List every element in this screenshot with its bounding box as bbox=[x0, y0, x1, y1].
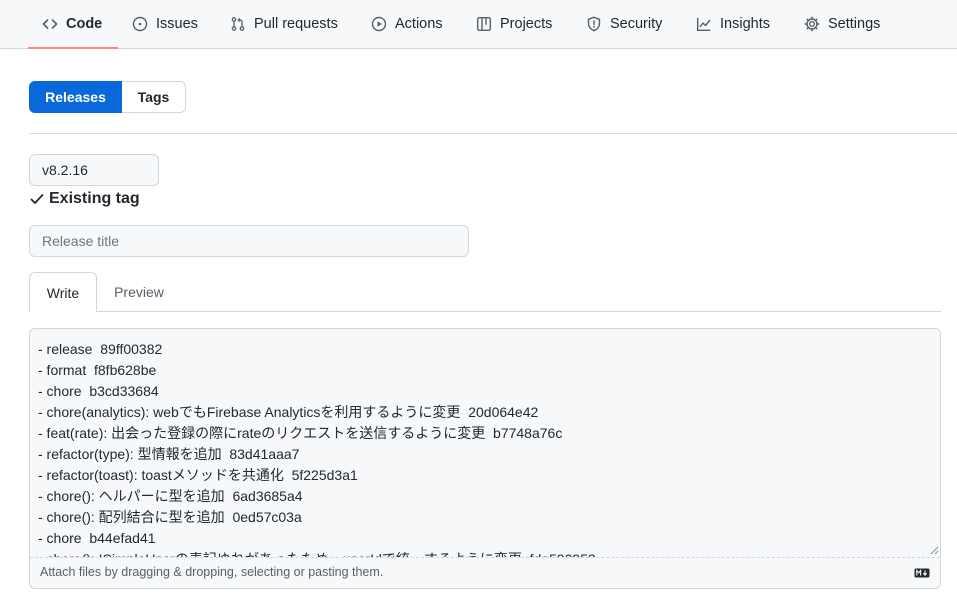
note-line: - chore(): ヘルパーに型を追加 6ad3685a4 bbox=[38, 488, 303, 504]
note-line: - feat(rate): 出会った登録の際にrateのリクエストを送信するよう… bbox=[38, 425, 563, 441]
releases-button[interactable]: Releases bbox=[29, 81, 122, 113]
tab-security-label: Security bbox=[610, 16, 663, 32]
note-line: - chore(analytics): webでもFirebase Analyt… bbox=[38, 404, 539, 420]
editor-tabs: Write Preview bbox=[29, 272, 941, 313]
tag-select-button[interactable]: v8.2.16 bbox=[29, 154, 159, 186]
tab-insights[interactable]: Insights bbox=[696, 0, 770, 48]
release-title-input[interactable] bbox=[29, 225, 469, 257]
note-line: - chore(): ISimpleUserの表記ゆれがあったため、userId… bbox=[38, 549, 932, 557]
resize-handle-icon[interactable] bbox=[929, 545, 939, 555]
graph-icon bbox=[697, 17, 711, 31]
note-line: - chore b44efad41 bbox=[38, 530, 156, 546]
tag-status: Existing tag bbox=[29, 188, 140, 210]
repo-nav: Code Issues Pull requests Actions Projec… bbox=[0, 0, 957, 49]
divider bbox=[29, 133, 957, 134]
tags-button[interactable]: Tags bbox=[122, 81, 186, 113]
check-icon bbox=[30, 194, 44, 204]
tab-write[interactable]: Write bbox=[29, 272, 97, 313]
tab-actions[interactable]: Actions bbox=[371, 0, 443, 48]
tab-settings-label: Settings bbox=[828, 16, 881, 32]
tab-pull-requests-label: Pull requests bbox=[254, 16, 338, 32]
note-line: - chore b3cd33684 bbox=[38, 383, 159, 399]
tab-preview[interactable]: Preview bbox=[99, 272, 179, 312]
tab-security[interactable]: Security bbox=[586, 0, 662, 48]
shield-icon bbox=[587, 16, 601, 32]
tab-issues-label: Issues bbox=[156, 16, 198, 32]
issue-opened-icon bbox=[132, 16, 148, 32]
tab-issues[interactable]: Issues bbox=[132, 0, 198, 48]
tab-pull-requests[interactable]: Pull requests bbox=[230, 0, 338, 48]
note-line: - refactor(toast): toastメソッドを共通化 5f225d3… bbox=[38, 467, 358, 483]
tab-code[interactable]: Code bbox=[27, 0, 119, 49]
code-icon bbox=[42, 19, 58, 29]
tab-projects-label: Projects bbox=[500, 16, 553, 32]
tag-status-label: Existing tag bbox=[49, 190, 140, 207]
release-notes-textarea[interactable]: - release 89ff00382 - format f8fb628be -… bbox=[30, 329, 940, 558]
table-icon bbox=[477, 17, 492, 32]
tab-code-label: Code bbox=[66, 16, 103, 32]
markdown-icon[interactable] bbox=[914, 567, 930, 579]
note-line: - format f8fb628be bbox=[38, 362, 157, 378]
release-notes-editor[interactable]: - release 89ff00382 - format f8fb628be -… bbox=[29, 328, 941, 589]
gear-icon bbox=[804, 16, 820, 32]
releases-tags-switcher: Releases Tags bbox=[29, 81, 186, 113]
tab-insights-label: Insights bbox=[720, 16, 770, 32]
tab-settings[interactable]: Settings bbox=[804, 0, 880, 48]
git-pull-request-icon bbox=[231, 17, 245, 31]
note-line: - refactor(type): 型情報を追加 83d41aaa7 bbox=[38, 446, 300, 462]
tab-actions-label: Actions bbox=[395, 16, 443, 32]
tab-projects[interactable]: Projects bbox=[476, 0, 552, 48]
attach-files-hint[interactable]: Attach files by dragging & dropping, sel… bbox=[40, 565, 383, 579]
note-line: - release 89ff00382 bbox=[38, 341, 163, 357]
play-icon bbox=[371, 16, 387, 32]
note-line: - chore(): 配列結合に型を追加 0ed57c03a bbox=[38, 509, 302, 525]
